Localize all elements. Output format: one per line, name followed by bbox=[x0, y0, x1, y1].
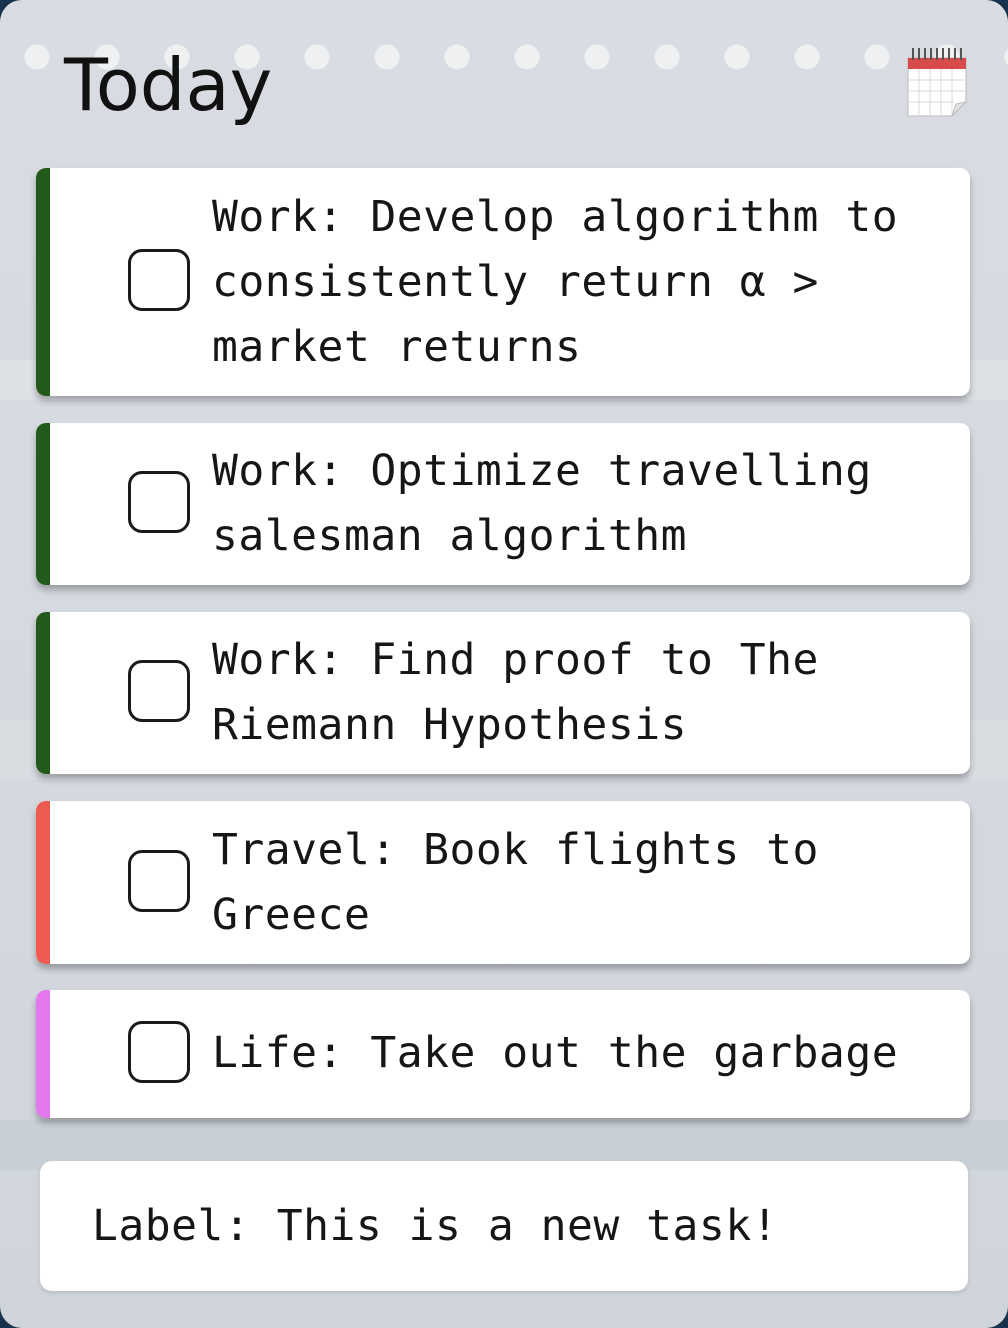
page-title: Today bbox=[64, 43, 273, 127]
new-task-field[interactable]: Label: This is a new task! bbox=[40, 1161, 968, 1291]
task-label: Work: Optimize travelling salesman algor… bbox=[212, 446, 899, 561]
category-stripe bbox=[36, 801, 50, 964]
calendar-icon[interactable] bbox=[902, 44, 972, 122]
category-stripe bbox=[36, 612, 50, 774]
today-widget: Today Work: Develop algorithm to consist… bbox=[0, 0, 1008, 1328]
category-stripe bbox=[36, 168, 50, 396]
task-checkbox[interactable] bbox=[128, 1021, 190, 1083]
task-checkbox[interactable] bbox=[128, 660, 190, 722]
task-card[interactable]: Work: Develop algorithm to consistently … bbox=[36, 168, 970, 396]
task-checkbox[interactable] bbox=[128, 249, 190, 311]
task-card[interactable]: Travel: Book flights to Greece bbox=[36, 801, 970, 964]
task-checkbox[interactable] bbox=[128, 850, 190, 912]
task-card[interactable]: Life: Take out the garbage bbox=[36, 990, 970, 1118]
category-stripe bbox=[36, 423, 50, 585]
task-label: Travel: Book flights to Greece bbox=[212, 825, 846, 940]
task-checkbox[interactable] bbox=[128, 471, 190, 533]
task-card[interactable]: Work: Find proof to The Riemann Hypothes… bbox=[36, 612, 970, 774]
task-label: Life: Take out the garbage bbox=[212, 1028, 899, 1078]
task-label: Work: Find proof to The Riemann Hypothes… bbox=[212, 635, 846, 750]
category-stripe bbox=[36, 990, 50, 1118]
new-task-input[interactable]: Label: This is a new task! bbox=[92, 1161, 938, 1291]
task-card[interactable]: Work: Optimize travelling salesman algor… bbox=[36, 423, 970, 585]
task-label: Work: Develop algorithm to consistently … bbox=[212, 192, 925, 372]
